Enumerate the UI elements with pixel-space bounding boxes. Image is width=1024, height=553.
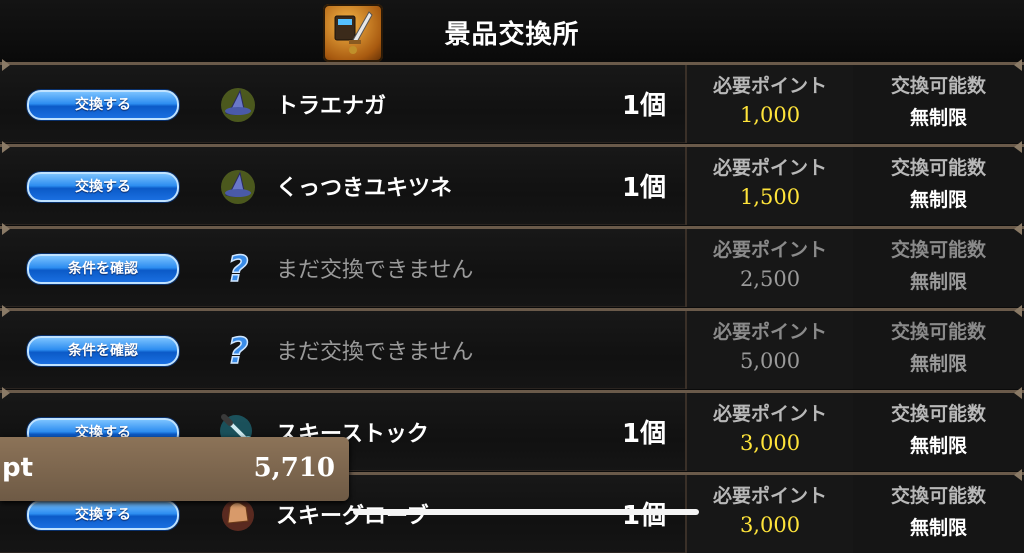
exchange-button[interactable]: 交換する — [27, 90, 179, 120]
exchange-limit-box: 交換可能数 無制限 — [853, 229, 1024, 307]
wizard-hat-icon — [221, 88, 255, 122]
exchange-limit-label: 交換可能数 — [890, 157, 986, 179]
required-points-box: 必要ポイント 3,000 — [685, 393, 855, 471]
reward-row-locked: 条件を確認 ? まだ交換できません 必要ポイント 2,500 交換可能数 無制限 — [0, 223, 1024, 307]
required-points-box: 必要ポイント 1,000 — [685, 65, 855, 143]
required-points-value: 3,000 — [739, 431, 801, 455]
item-name: くっつきユキツネ — [276, 176, 453, 201]
required-points-value: 1,500 — [739, 185, 801, 209]
required-points-box: 必要ポイント 5,000 — [685, 311, 855, 389]
required-points-label: 必要ポイント — [712, 485, 827, 507]
wizard-hat-icon — [221, 170, 255, 204]
required-points-value: 2,500 — [739, 267, 801, 291]
required-points-value: 1,000 — [739, 103, 801, 127]
check-conditions-button[interactable]: 条件を確認 — [27, 336, 179, 366]
owned-points-popup: pt 5,710 — [0, 437, 349, 501]
exchange-limit-label: 交換可能数 — [890, 403, 986, 425]
item-quantity: 1個 — [622, 173, 667, 203]
exchange-limit-value: 無制限 — [909, 435, 967, 457]
required-points-value: 5,000 — [739, 349, 801, 373]
required-points-label: 必要ポイント — [712, 239, 827, 261]
svg-text:?: ? — [228, 249, 249, 287]
required-points-label: 必要ポイント — [712, 403, 827, 425]
exchange-limit-value: 無制限 — [909, 517, 967, 539]
question-icon: ? — [227, 330, 249, 369]
exchange-limit-box: 交換可能数 無制限 — [853, 147, 1024, 225]
header-bar: 景品交換所 — [0, 0, 1024, 64]
item-quantity: 1個 — [622, 419, 667, 449]
required-points-box: 必要ポイント 3,000 — [685, 475, 855, 553]
exchange-limit-value: 無制限 — [909, 353, 967, 375]
exchange-limit-label: 交換可能数 — [890, 321, 986, 343]
exchange-limit-value: 無制限 — [909, 271, 967, 293]
exchange-limit-box: 交換可能数 無制限 — [853, 475, 1024, 553]
check-conditions-button[interactable]: 条件を確認 — [27, 254, 179, 284]
exchange-limit-label: 交換可能数 — [890, 75, 986, 97]
points-unit: pt — [2, 453, 34, 483]
question-icon: ? — [227, 248, 249, 287]
item-name-locked: まだ交換できません — [276, 258, 474, 283]
required-points-label: 必要ポイント — [712, 157, 827, 179]
required-points-label: 必要ポイント — [712, 321, 827, 343]
reward-row-locked: 条件を確認 ? まだ交換できません 必要ポイント 5,000 交換可能数 無制限 — [0, 305, 1024, 389]
exchange-limit-value: 無制限 — [909, 107, 967, 129]
exchange-limit-box: 交換可能数 無制限 — [853, 65, 1024, 143]
exchange-limit-box: 交換可能数 無制限 — [853, 311, 1024, 389]
item-quantity: 1個 — [622, 91, 667, 121]
owned-points-value: 5,710 — [253, 453, 335, 483]
exchange-button[interactable]: 交換する — [27, 172, 179, 202]
required-points-box: 必要ポイント 1,500 — [685, 147, 855, 225]
home-indicator[interactable] — [353, 509, 699, 515]
reward-row: 交換する トラエナガ 1個 必要ポイント 1,000 交換可能数 無制限 — [0, 59, 1024, 143]
item-name-locked: まだ交換できません — [276, 340, 474, 365]
page-title: 景品交換所 — [444, 20, 580, 50]
item-name: トラエナガ — [276, 94, 387, 119]
exchange-limit-label: 交換可能数 — [890, 239, 986, 261]
exchange-button[interactable]: 交換する — [27, 500, 179, 530]
exchange-limit-box: 交換可能数 無制限 — [853, 393, 1024, 471]
exchange-limit-label: 交換可能数 — [890, 485, 986, 507]
required-points-box: 必要ポイント 2,500 — [685, 229, 855, 307]
svg-text:?: ? — [228, 331, 249, 369]
exchange-limit-value: 無制限 — [909, 189, 967, 211]
reward-row: 交換する くっつきユキツネ 1個 必要ポイント 1,500 交換可能数 無制限 — [0, 141, 1024, 225]
required-points-label: 必要ポイント — [712, 75, 827, 97]
required-points-value: 3,000 — [739, 513, 801, 537]
